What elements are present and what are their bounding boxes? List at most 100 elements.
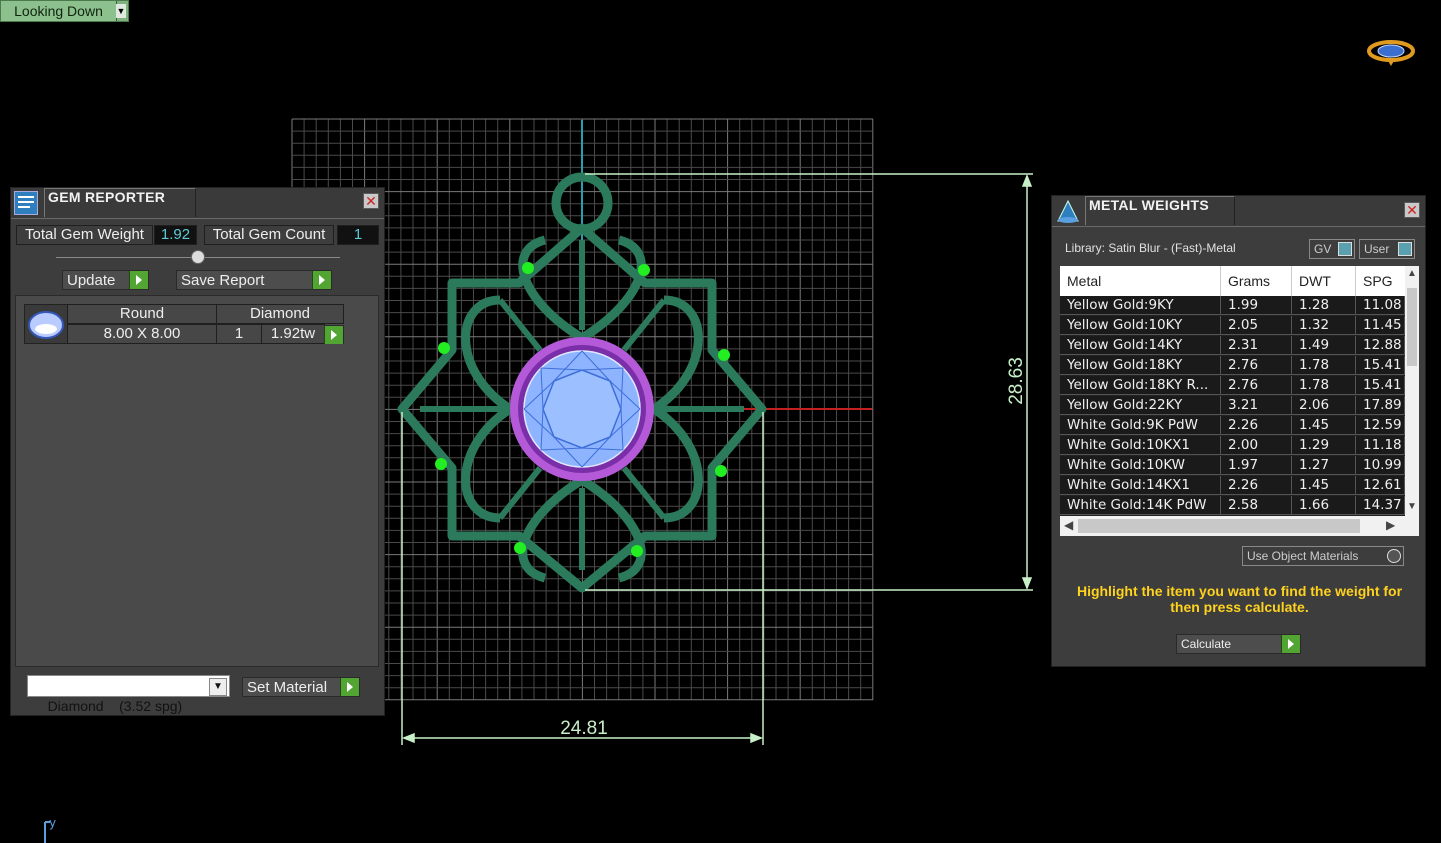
calculate-hint: Highlight the item you want to find the … [1076,583,1403,615]
spg-cell: 12.88 [1356,336,1405,355]
dwt-cell: 1.32 [1292,316,1356,335]
total-gem-count-value: 1 [337,225,379,245]
total-gem-weight-label: Total Gem Weight [16,225,153,245]
spg-cell: 14.37 [1356,496,1405,515]
table-row[interactable]: Yellow Gold:9KY 1.99 1.28 11.08 [1060,296,1405,316]
gem-row-go-button[interactable] [324,325,344,344]
metal-name-cell: White Gold:14K PdW [1060,496,1221,515]
user-checkbox[interactable] [1398,242,1412,256]
gem-count: 1 [216,324,262,344]
play-icon [324,326,343,344]
metal-weights-panel: METAL WEIGHTS ✕ Library: Satin Blur - (F… [1051,195,1426,667]
user-toggle[interactable]: User [1359,239,1415,259]
play-icon [129,271,148,289]
dimension-height [585,173,1033,591]
table-row[interactable]: White Gold:10KX1 2.00 1.29 11.18 [1060,436,1405,456]
play-icon [340,678,359,696]
table-row[interactable]: White Gold:14KX1 2.26 1.45 12.61 [1060,476,1405,496]
gem-reporter-titlebar[interactable]: GEM REPORTER ✕ [11,188,384,219]
metal-name-cell: Yellow Gold:18KY R... [1060,376,1221,395]
chevron-down-icon[interactable]: ▼ [116,4,126,18]
grams-cell: 2.76 [1221,376,1292,395]
metal-name-cell: White Gold:9K PdW [1060,416,1221,435]
set-material-label: Set Material [247,679,328,696]
metal-table[interactable]: Metal Grams DWT SPG Yellow Gold:9KY 1.99 1… [1060,266,1419,536]
dwt-cell: 1.66 [1292,496,1356,515]
gem-reporter-title: GEM REPORTER [48,189,166,205]
scroll-left-icon[interactable]: ◀ [1064,518,1073,532]
grams-cell: 1.99 [1221,296,1292,315]
play-icon [312,271,331,289]
gem-thumbnail-icon[interactable] [24,304,68,344]
scroll-down-icon[interactable]: ▼ [1407,501,1417,512]
library-label: Library: Satin Blur - (Fast)-Metal [1065,241,1236,255]
scroll-up-icon[interactable]: ▲ [1407,268,1417,279]
table-row[interactable]: Yellow Gold:18KY 2.76 1.78 15.41 [1060,356,1405,376]
use-object-materials-checkbox[interactable] [1387,549,1401,563]
update-button[interactable]: Update [62,270,149,290]
grams-cell: 2.58 [1221,496,1292,515]
metal-name-cell: Yellow Gold:18KY [1060,356,1221,375]
dwt-cell: 1.78 [1292,356,1356,375]
grams-cell: 2.31 [1221,336,1292,355]
metal-weights-titlebar[interactable]: METAL WEIGHTS ✕ [1052,196,1425,227]
grams-cell: 2.26 [1221,476,1292,495]
close-icon[interactable]: ✕ [363,193,379,209]
material-select[interactable]: Diamond (3.52 spg) ▼ [27,675,230,714]
dwt-cell: 1.45 [1292,416,1356,435]
scroll-thumb[interactable] [1407,288,1417,366]
horizontal-scrollbar[interactable]: ◀ ▶ [1060,516,1419,536]
table-row[interactable]: White Gold:10KW 1.97 1.27 10.99 [1060,456,1405,476]
calculate-label: Calculate [1181,637,1232,651]
grams-cell: 2.26 [1221,416,1292,435]
gem-material: Diamond [216,304,344,324]
col-grams[interactable]: Grams [1221,266,1292,296]
close-icon[interactable]: ✕ [1404,202,1420,218]
view-navigation-icon[interactable] [1367,40,1415,66]
slider-handle[interactable] [191,250,205,264]
scroll-right-icon[interactable]: ▶ [1386,518,1395,532]
gem-list-area: Round Diamond 8.00 X 8.00 1 1.92tw [15,295,379,667]
save-report-button[interactable]: Save Report [176,270,332,290]
grams-cell: 1.97 [1221,456,1292,475]
h-scroll-thumb[interactable] [1078,519,1360,533]
table-row[interactable]: Yellow Gold:10KY 2.05 1.32 11.45 [1060,316,1405,336]
spg-cell: 12.59 [1356,416,1405,435]
vertical-scrollbar[interactable]: ▲ ▼ [1405,266,1419,516]
metal-name-cell: White Gold:14KX1 [1060,476,1221,495]
grams-cell: 2.05 [1221,316,1292,335]
gem-table [542,369,622,449]
dwt-cell: 2.06 [1292,396,1356,415]
table-row[interactable]: White Gold:9K PdW 2.26 1.45 12.59 [1060,416,1405,436]
set-material-button[interactable]: Set Material [242,677,360,697]
metal-weights-icon [1055,198,1081,224]
dwt-cell: 1.29 [1292,436,1356,455]
spg-cell: 12.61 [1356,476,1405,495]
chevron-down-icon[interactable]: ▼ [209,678,227,696]
metal-table-header: Metal Grams DWT SPG [1060,266,1419,296]
use-object-materials-toggle[interactable]: Use Object Materials [1242,546,1404,566]
metal-name-cell: Yellow Gold:22KY [1060,396,1221,415]
table-row[interactable]: White Gold:14K PdW 2.58 1.66 14.37 [1060,496,1405,516]
spg-cell: 11.08 [1356,296,1405,315]
material-select-value: Diamond (3.52 spg) [47,698,183,714]
metal-name-cell: Yellow Gold:10KY [1060,316,1221,335]
col-dwt[interactable]: DWT [1292,266,1356,296]
calculate-button[interactable]: Calculate [1176,634,1301,654]
spg-cell: 11.45 [1356,316,1405,335]
metal-name-cell: White Gold:10KX1 [1060,436,1221,455]
dimension-width-label: 24.81 [560,718,608,739]
metal-name-cell: Yellow Gold:14KY [1060,336,1221,355]
table-row[interactable]: Yellow Gold:22KY 3.21 2.06 17.89 [1060,396,1405,416]
metal-name-cell: White Gold:10KW [1060,456,1221,475]
table-row[interactable]: Yellow Gold:18KY R... 2.76 1.78 15.41 [1060,376,1405,396]
table-row[interactable]: Yellow Gold:14KY 2.31 1.49 12.88 [1060,336,1405,356]
save-report-label: Save Report [181,272,265,289]
play-icon [1281,635,1300,653]
update-button-label: Update [67,272,116,289]
view-dropdown[interactable]: Looking Down ▼ [0,0,129,22]
gv-toggle[interactable]: GV [1309,239,1355,259]
col-metal[interactable]: Metal [1060,266,1221,296]
metal-weights-title: METAL WEIGHTS [1089,197,1210,213]
gv-checkbox[interactable] [1338,242,1352,256]
